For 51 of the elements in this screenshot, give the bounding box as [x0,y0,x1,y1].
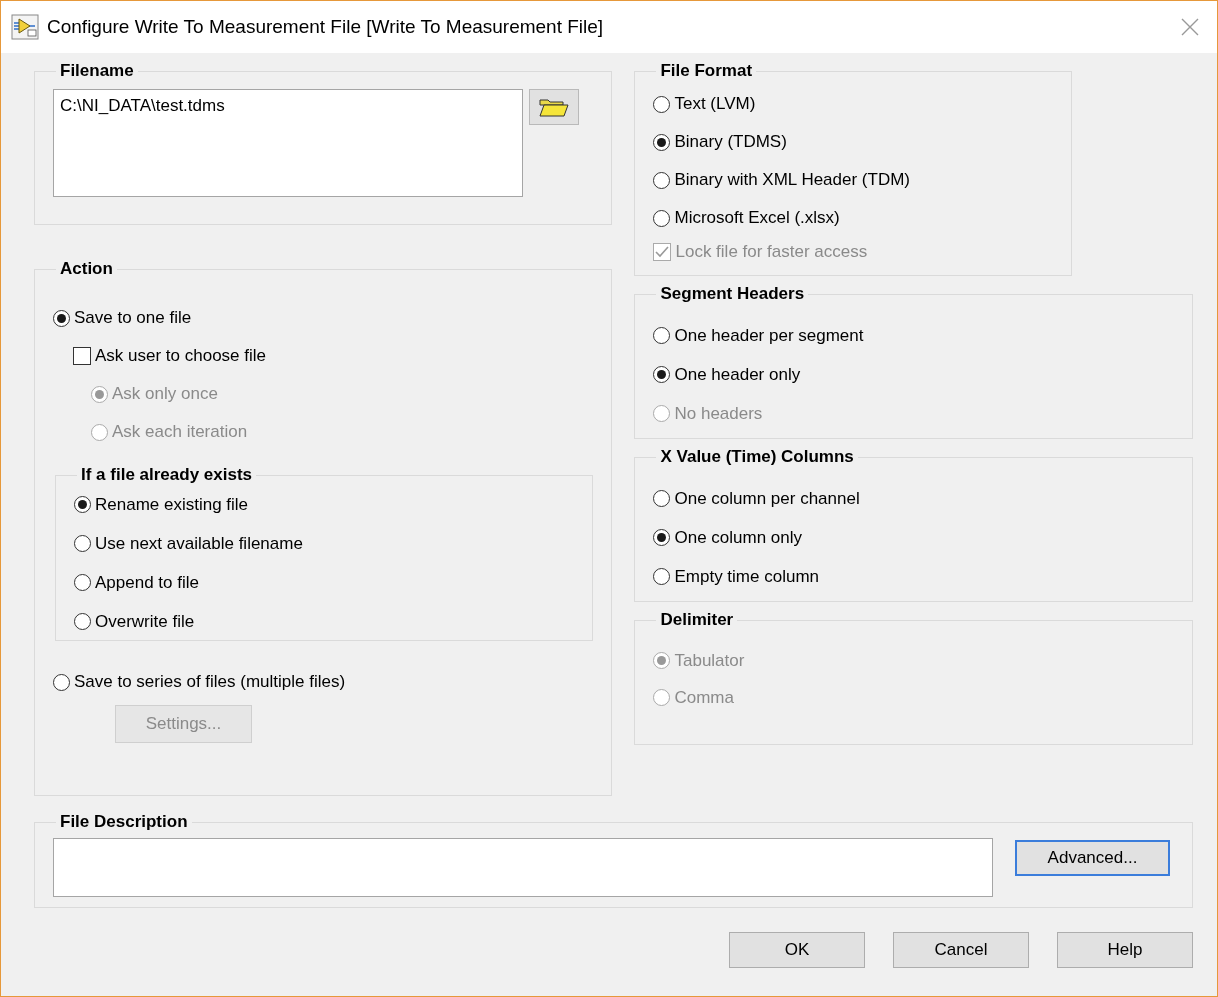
radio-label[interactable]: Binary with XML Header (TDM) [674,170,910,190]
group-title: File Description [59,812,189,832]
radio-label[interactable]: One column only [674,527,803,548]
radio-button[interactable] [653,490,671,507]
dialog-button[interactable]: Help [1057,932,1193,968]
radio-label[interactable]: Text (LVM) [674,94,756,114]
dialog-button[interactable]: Cancel [893,932,1029,968]
filename-field[interactable]: C:\NI_DATA\test.tdms [53,89,523,197]
group-title: Delimiter [659,610,735,630]
radio-label[interactable]: Save to one file [74,308,192,328]
radio-button[interactable] [74,574,91,591]
group-title: File Format [659,61,754,81]
radio-button[interactable] [653,95,671,113]
radio-label[interactable]: Overwrite file [95,611,195,632]
radio-label[interactable]: Save to series of files (multiple files) [74,672,346,692]
radio-label[interactable]: Rename existing file [95,494,249,515]
radio-button[interactable] [653,366,671,383]
radio-label[interactable]: One header per segment [674,325,864,346]
dialog-button[interactable]: OK [729,932,865,968]
folder-icon [539,97,569,117]
checkbox-label[interactable]: Ask user to choose file [95,346,267,366]
group-title: X Value (Time) Columns [659,447,855,467]
group-title: Segment Headers [659,284,806,304]
radio-label[interactable]: Empty time column [674,566,819,587]
radio-label[interactable]: Binary (TDMS) [674,132,787,152]
radio-label[interactable]: Append to file [95,572,199,593]
radio-label[interactable]: Use next available filename [95,533,303,554]
window-title: Configure Write To Measurement File [Write To Measurement File] [47,16,605,38]
radio-label[interactable]: One header only [674,364,801,385]
group-title: If a file already exists [80,465,254,485]
group-title: Action [59,259,114,279]
group-title: Filename [59,61,135,81]
radio-button[interactable] [53,673,70,691]
radio-button[interactable] [653,327,671,344]
radio-button[interactable] [653,568,671,585]
browse-button[interactable] [529,89,579,125]
radio-button[interactable] [74,496,91,513]
radio-label[interactable]: One column per channel [674,488,860,509]
radio-button[interactable] [74,535,91,552]
app-icon [11,14,39,40]
description-field[interactable] [53,838,993,897]
radio-button[interactable] [653,133,671,151]
radio-label[interactable]: Microsoft Excel (.xlsx) [674,208,840,228]
radio-button[interactable] [653,209,671,227]
radio-button[interactable] [653,529,671,546]
close-icon[interactable] [1181,18,1199,36]
checkbox[interactable] [73,347,91,365]
radio-button[interactable] [74,613,91,630]
radio-button[interactable] [653,171,671,189]
advanced-button[interactable]: Advanced... [1015,840,1170,876]
radio-button[interactable] [53,309,70,327]
